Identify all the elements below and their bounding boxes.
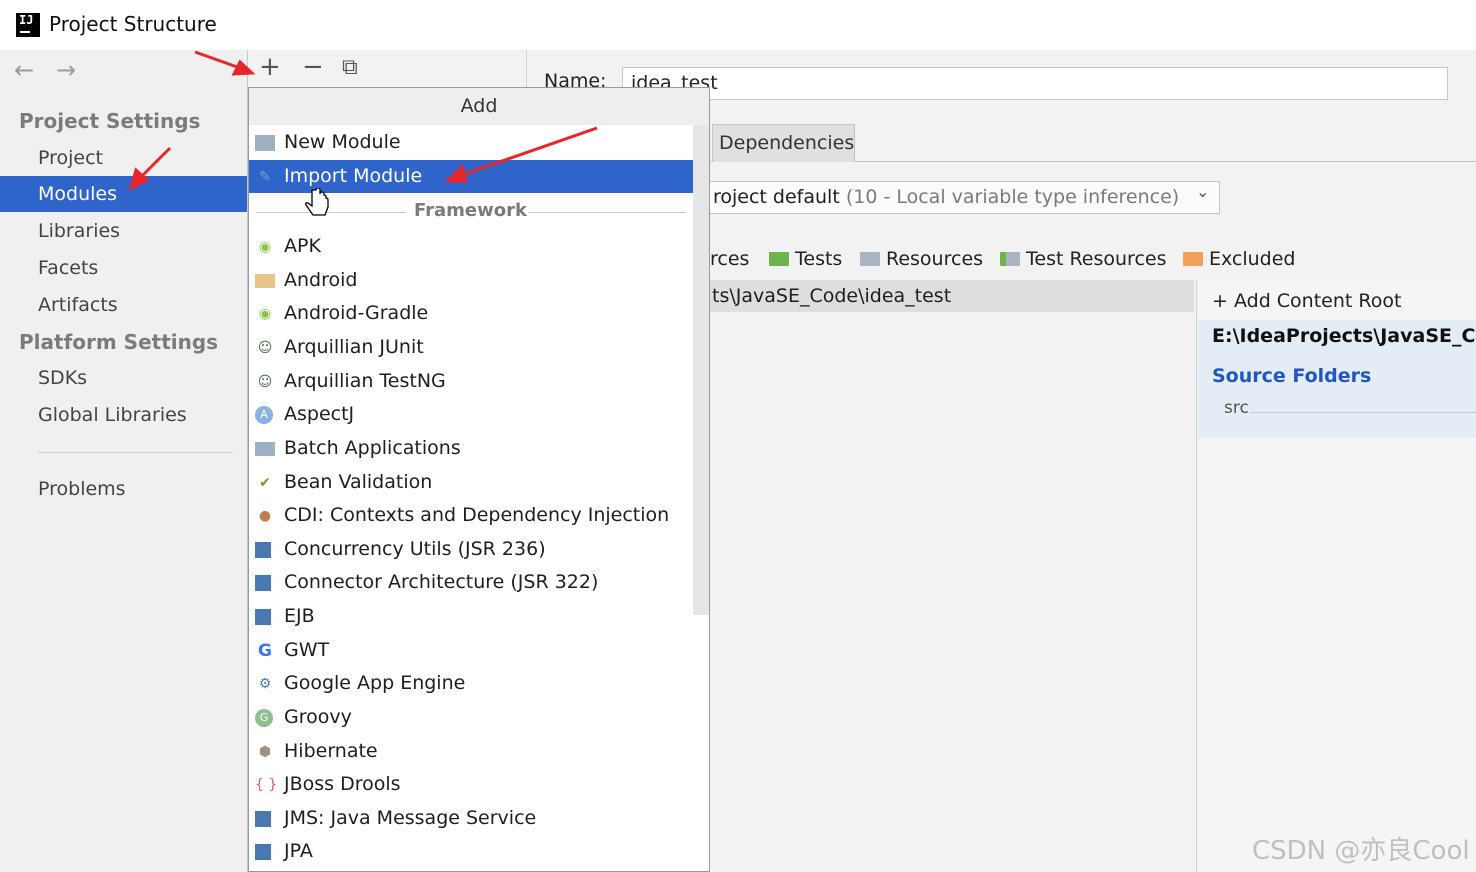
watermark: CSDN @亦良Cool [1252, 836, 1470, 866]
content-root-tree-row[interactable]: ts\JavaSE_Code\idea_test [700, 280, 1194, 312]
javaee-icon [255, 609, 271, 625]
sidebar-item-sdks[interactable]: SDKs [0, 360, 247, 396]
intellij-logo-icon: IJ [16, 13, 40, 37]
popup-item-ejb[interactable]: EJB [249, 600, 693, 633]
arquillian-icon: ☺ [257, 340, 273, 356]
popup-item-apk[interactable]: ◉ APK [249, 230, 693, 263]
add-button[interactable]: + [259, 52, 281, 82]
javaee-icon [255, 811, 271, 827]
popup-item-cdi[interactable]: ● CDI: Contexts and Dependency Injection [249, 499, 693, 532]
popup-item-jpa[interactable]: JPA [249, 835, 693, 868]
popup-title: Add [249, 88, 709, 125]
android-folder-icon [255, 274, 275, 288]
excluded-folder-icon [1183, 252, 1203, 266]
copy-button[interactable]: ⧉ [342, 55, 358, 80]
content-root-path: E:\IdeaProjects\JavaSE_Cod [1212, 325, 1476, 347]
project-settings-heading: Project Settings [19, 109, 201, 133]
sidebar-item-modules[interactable]: Modules [0, 176, 247, 212]
popup-item-concurrency-utils[interactable]: Concurrency Utils (JSR 236) [249, 533, 693, 566]
sidebar-item-global-libraries[interactable]: Global Libraries [0, 397, 247, 433]
modules-toolbar [248, 50, 526, 88]
forward-arrow-icon[interactable]: → [56, 56, 76, 84]
language-level-hint: (10 - Local variable type inference) [845, 186, 1180, 208]
window-title: Project Structure [49, 12, 217, 36]
mark-test-resources[interactable]: Test Resources [1000, 247, 1167, 271]
source-folder-rule [1250, 412, 1476, 413]
sidebar-item-problems[interactable]: Problems [0, 471, 247, 507]
hand-cursor-icon [305, 188, 329, 216]
popup-item-batch-applications[interactable]: Batch Applications [249, 432, 693, 465]
popup-scrollbar[interactable] [693, 125, 709, 615]
test-resources-folder-icon [1000, 252, 1020, 266]
batch-icon [255, 442, 275, 456]
remove-button[interactable]: − [302, 52, 324, 82]
popup-item-jboss-drools[interactable]: { } JBoss Drools [249, 768, 693, 801]
framework-label: Framework [414, 200, 527, 221]
mark-tests[interactable]: Tests [769, 247, 842, 271]
sidebar-divider [38, 452, 233, 453]
mark-resources[interactable]: Resources [860, 247, 983, 271]
popup-item-hibernate[interactable]: ⬢ Hibernate [249, 735, 693, 768]
cdi-icon: ● [258, 508, 272, 524]
popup-item-android-gradle[interactable]: ◉ Android-Gradle [249, 297, 693, 330]
import-module-icon: ✎ [259, 169, 271, 185]
module-name-input[interactable]: idea_test [622, 67, 1448, 100]
language-level-select[interactable]: roject default (10 - Local variable type… [700, 181, 1220, 214]
mark-excluded[interactable]: Excluded [1183, 247, 1296, 271]
tests-folder-icon [769, 252, 789, 266]
plus-icon: + [1212, 290, 1234, 312]
drools-icon: { } [255, 777, 278, 793]
add-content-root-button[interactable]: + Add Content Root [1212, 290, 1401, 312]
popup-item-connector-architecture[interactable]: Connector Architecture (JSR 322) [249, 566, 693, 599]
popup-item-bean-validation[interactable]: ✔ Bean Validation [249, 466, 693, 499]
bean-validation-icon: ✔ [259, 475, 271, 491]
popup-item-google-app-engine[interactable]: ⚙ Google App Engine [249, 667, 693, 700]
groovy-icon: G [255, 709, 273, 727]
google-icon: G [258, 641, 272, 661]
javaee-icon [255, 575, 271, 591]
chevron-down-icon[interactable]: ⌄ [1196, 182, 1209, 201]
popup-item-groovy[interactable]: G Groovy [249, 701, 693, 734]
sidebar-item-project[interactable]: Project [0, 140, 247, 176]
source-folders-heading: Source Folders [1212, 365, 1372, 387]
source-folder-src[interactable]: src [1224, 398, 1249, 418]
back-arrow-icon[interactable]: ← [14, 56, 34, 84]
popup-item-new-module[interactable]: New Module [249, 126, 693, 159]
popup-item-arquillian-testng[interactable]: ☺ Arquillian TestNG [249, 365, 693, 398]
android-robot-icon: ◉ [258, 239, 272, 255]
sidebar-item-libraries[interactable]: Libraries [0, 213, 247, 249]
sidebar-item-artifacts[interactable]: Artifacts [0, 287, 247, 323]
sidebar-item-facets[interactable]: Facets [0, 250, 247, 286]
mark-sources[interactable]: rces [710, 247, 749, 271]
module-folder-icon [255, 135, 275, 151]
popup-item-android[interactable]: Android [249, 264, 693, 297]
javaee-icon [255, 542, 271, 558]
javaee-icon [255, 844, 271, 860]
language-level-value: roject default [713, 186, 840, 208]
android-robot-icon: ◉ [258, 306, 272, 322]
tab-dependencies[interactable]: Dependencies [712, 124, 855, 162]
platform-settings-heading: Platform Settings [19, 330, 219, 354]
arquillian-icon: ☺ [257, 374, 273, 390]
popup-item-arquillian-junit[interactable]: ☺ Arquillian JUnit [249, 331, 693, 364]
app-engine-icon: ⚙ [258, 676, 272, 692]
aspectj-icon: A [255, 406, 273, 424]
popup-item-gwt[interactable]: G GWT [249, 634, 693, 667]
title-bar [0, 0, 1476, 50]
hibernate-icon: ⬢ [258, 744, 272, 760]
popup-item-aspectj[interactable]: A AspectJ [249, 398, 693, 431]
popup-item-jms[interactable]: JMS: Java Message Service [249, 802, 693, 835]
resources-folder-icon [860, 252, 880, 266]
